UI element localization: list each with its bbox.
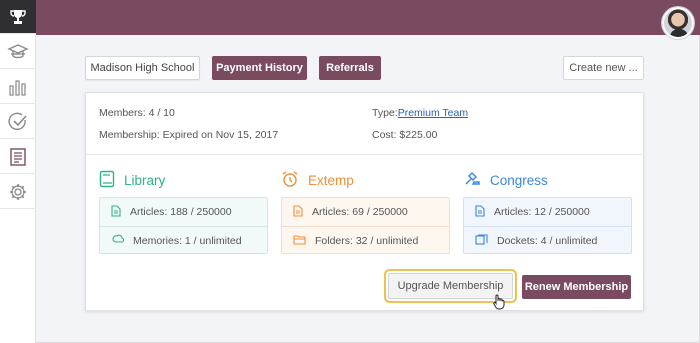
membership-card: Members: 4 / 10 Membership: Expired on N…	[85, 92, 645, 313]
document-icon	[475, 204, 494, 220]
document-icon	[111, 204, 130, 220]
graduation-cap-icon	[7, 42, 29, 62]
school-selector-button[interactable]: Madison High School	[85, 56, 200, 80]
congress-articles-text: Articles: 12 / 250000	[494, 206, 590, 218]
sidebar-item-trophy[interactable]	[0, 0, 36, 34]
brain-icon	[111, 234, 133, 248]
sidebar-item-settings[interactable]	[0, 175, 36, 209]
sidebar-item-stats[interactable]	[0, 70, 36, 104]
hand-cursor-icon	[492, 294, 506, 313]
congress-dockets-text: Dockets: 4 / unlimited	[497, 234, 598, 247]
extemp-articles-row: Articles: 69 / 250000	[282, 198, 449, 226]
document-icon	[293, 204, 312, 220]
alarm-clock-icon	[281, 170, 308, 191]
extemp-title-label: Extemp	[308, 172, 354, 188]
extemp-folders-text: Folders: 32 / unlimited	[315, 234, 419, 247]
congress-stats: Articles: 12 / 250000 Dockets: 4 / unlim…	[463, 197, 632, 254]
library-memories-row: Memories: 1 / unlimited	[100, 226, 267, 254]
premium-team-link[interactable]: Premium Team	[398, 107, 468, 119]
congress-articles-row: Articles: 12 / 250000	[464, 198, 631, 226]
type-label: Type:	[372, 107, 398, 119]
library-stats: Articles: 188 / 250000 Memories: 1 / unl…	[99, 197, 268, 254]
sidebar-item-tasks[interactable]	[0, 105, 36, 139]
sidebar-item-documents[interactable]	[0, 140, 36, 174]
renew-membership-button[interactable]: Renew Membership	[522, 275, 631, 299]
book-icon	[99, 170, 124, 191]
membership-type: Type:Premium Team	[372, 107, 468, 119]
library-articles-text: Articles: 188 / 250000	[130, 206, 232, 218]
gavel-icon	[463, 170, 490, 191]
extemp-articles-text: Articles: 69 / 250000	[312, 206, 408, 218]
congress-title-label: Congress	[490, 172, 548, 188]
bar-chart-icon	[8, 78, 28, 96]
library-memories-text: Memories: 1 / unlimited	[133, 234, 242, 247]
library-title[interactable]: Library	[99, 169, 165, 191]
trophy-icon	[9, 8, 27, 26]
membership-info: Members: 4 / 10 Membership: Expired on N…	[86, 93, 645, 155]
document-list-icon	[8, 147, 28, 167]
extemp-title[interactable]: Extemp	[281, 169, 354, 191]
sidebar	[0, 0, 36, 343]
library-title-label: Library	[124, 172, 166, 188]
dockets-icon	[475, 233, 497, 248]
sidebar-item-education[interactable]	[0, 35, 36, 69]
congress-dockets-row: Dockets: 4 / unlimited	[464, 226, 631, 254]
referrals-button[interactable]: Referrals	[319, 56, 381, 80]
user-avatar[interactable]	[662, 7, 694, 39]
congress-title[interactable]: Congress	[463, 169, 548, 191]
top-bar	[36, 0, 700, 39]
folders-icon	[293, 234, 315, 248]
membership-cost: Cost: $225.00	[372, 129, 438, 141]
payment-history-button[interactable]: Payment History	[212, 56, 307, 80]
gear-icon	[8, 182, 28, 202]
extemp-folders-row: Folders: 32 / unlimited	[282, 226, 449, 254]
library-articles-row: Articles: 188 / 250000	[100, 198, 267, 226]
checkmark-circle-icon	[8, 112, 28, 132]
members-count: Members: 4 / 10	[99, 107, 175, 119]
membership-status: Membership: Expired on Nov 15, 2017	[99, 129, 279, 141]
extemp-stats: Articles: 69 / 250000 Folders: 32 / unli…	[281, 197, 450, 254]
create-new-button[interactable]: Create new ...	[563, 56, 644, 80]
